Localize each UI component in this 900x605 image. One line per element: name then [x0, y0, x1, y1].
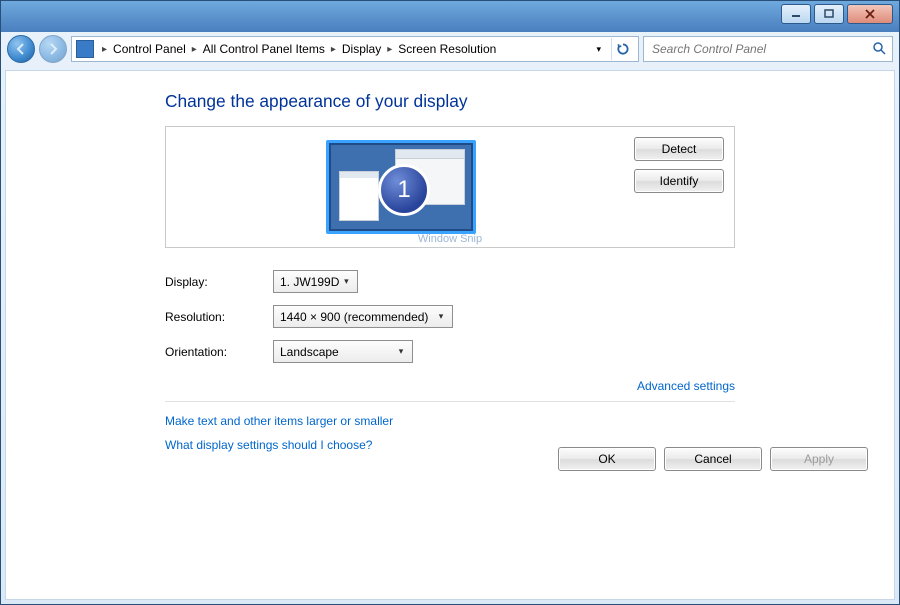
orientation-dropdown-value: Landscape: [280, 345, 339, 359]
back-button[interactable]: [7, 35, 35, 63]
breadcrumb[interactable]: ▸ Control Panel ▸ All Control Panel Item…: [71, 36, 639, 62]
chevron-right-icon: ▸: [383, 44, 396, 55]
forward-button[interactable]: [39, 35, 67, 63]
maximize-icon: [824, 9, 834, 19]
ok-button[interactable]: OK: [558, 447, 656, 471]
display-dropdown[interactable]: 1. JW199D ▾: [273, 270, 358, 293]
apply-button[interactable]: Apply: [770, 447, 868, 471]
display-preview: 1 Window Snip Detect Identify: [165, 126, 735, 248]
display-label: Display:: [165, 275, 273, 289]
identify-button[interactable]: Identify: [634, 169, 724, 193]
resolution-label: Resolution:: [165, 310, 273, 324]
refresh-button[interactable]: [611, 38, 634, 60]
detect-button[interactable]: Detect: [634, 137, 724, 161]
title-bar: [1, 1, 899, 32]
monitor-1[interactable]: 1: [326, 140, 476, 234]
search-icon: [872, 41, 886, 58]
monitor-area[interactable]: 1: [172, 133, 630, 241]
search-box[interactable]: [643, 36, 893, 62]
arrow-right-icon: [47, 43, 59, 55]
orientation-label: Orientation:: [165, 345, 273, 359]
advanced-settings-link[interactable]: Advanced settings: [637, 379, 735, 393]
monitor-number-badge: 1: [378, 164, 430, 216]
arrow-left-icon: [15, 43, 27, 55]
dialog-buttons: OK Cancel Apply: [558, 447, 868, 471]
breadcrumb-item[interactable]: All Control Panel Items: [201, 42, 327, 56]
window-frame: ▸ Control Panel ▸ All Control Panel Item…: [0, 0, 900, 605]
breadcrumb-item[interactable]: Control Panel: [111, 42, 188, 56]
chevron-down-icon: ▾: [434, 310, 448, 324]
chevron-down-icon: ▾: [339, 275, 353, 289]
resolution-dropdown-value: 1440 × 900 (recommended): [280, 310, 428, 324]
breadcrumb-item[interactable]: Display: [340, 42, 383, 56]
close-icon: [865, 9, 875, 19]
display-dropdown-value: 1. JW199D: [280, 275, 339, 289]
nav-bar: ▸ Control Panel ▸ All Control Panel Item…: [1, 32, 899, 66]
text-size-link[interactable]: Make text and other items larger or smal…: [165, 414, 735, 428]
breadcrumb-item[interactable]: Screen Resolution: [396, 42, 498, 56]
wallpaper-doc-icon: [339, 171, 379, 221]
minimize-icon: [791, 9, 801, 19]
chevron-right-icon: ▸: [98, 44, 111, 55]
chevron-right-icon: ▸: [188, 44, 201, 55]
close-button[interactable]: [847, 4, 893, 24]
cancel-button[interactable]: Cancel: [664, 447, 762, 471]
resolution-dropdown[interactable]: 1440 × 900 (recommended) ▾: [273, 305, 453, 328]
chevron-right-icon: ▸: [327, 44, 340, 55]
chevron-down-icon: ▾: [394, 345, 408, 359]
content-pane: Change the appearance of your display 1 …: [5, 70, 895, 600]
breadcrumb-history-dropdown[interactable]: ▾: [596, 44, 601, 55]
orientation-dropdown[interactable]: Landscape ▾: [273, 340, 413, 363]
control-panel-icon: [76, 40, 94, 58]
page-title: Change the appearance of your display: [165, 91, 735, 112]
maximize-button[interactable]: [814, 4, 844, 24]
divider: [165, 401, 735, 402]
minimize-button[interactable]: [781, 4, 811, 24]
search-input[interactable]: [650, 41, 872, 57]
refresh-icon: [616, 42, 630, 56]
